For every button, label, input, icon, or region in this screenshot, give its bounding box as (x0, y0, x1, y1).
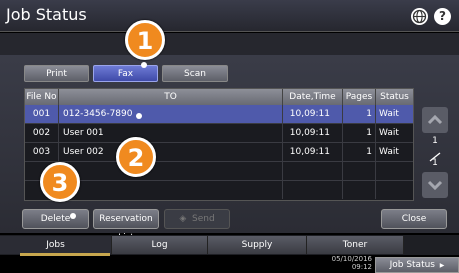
date-text: 05/10/2016 (331, 255, 372, 263)
send-button[interactable]: ◈ Send (164, 209, 230, 229)
reservation-list-button[interactable]: Reservation List (93, 209, 159, 243)
tab-scan[interactable]: Scan (162, 65, 228, 82)
callout-2-pointer-dot (136, 113, 142, 119)
column-header-to: TO (59, 89, 283, 105)
cell-empty (283, 162, 343, 180)
chevron-down-icon (427, 180, 443, 191)
cell-to: 012-3456-7890 (59, 105, 283, 123)
tab-toner[interactable]: Toner (307, 236, 404, 254)
message-band (0, 33, 459, 55)
tab-fax[interactable]: Fax (93, 65, 158, 82)
tab-supply[interactable]: Supply (208, 236, 307, 254)
cell-status: Wait (379, 147, 399, 157)
table-row-empty (25, 162, 413, 181)
column-header-status: Status (376, 89, 413, 105)
job-status-label: Job Status (389, 260, 435, 270)
cell-pages: 1 (343, 124, 376, 142)
table-row[interactable]: 002 User 001 10,09:11 1 Wait (25, 124, 413, 143)
cell-pages: 1 (343, 105, 376, 123)
column-header-file-no: File No (25, 89, 59, 105)
tab-print[interactable]: Print (24, 65, 89, 82)
page-separator-icon (428, 147, 442, 162)
globe-icon[interactable] (411, 8, 428, 25)
help-icon[interactable]: ? (434, 8, 451, 25)
close-button[interactable]: Close (381, 209, 447, 229)
job-table: File No TO Date,Time Pages Status 001 01… (24, 88, 414, 201)
cell-empty (343, 162, 376, 180)
scroll-down-button[interactable] (422, 172, 448, 198)
cell-empty (59, 162, 283, 180)
callout-1-pointer-dot (141, 62, 147, 68)
cell-datetime: 10,09:11 (283, 105, 343, 123)
column-header-datetime: Date,Time (283, 89, 343, 105)
cell-empty (343, 181, 376, 199)
scroll-up-button[interactable] (422, 107, 448, 133)
callout-3-pointer-dot (70, 213, 76, 219)
cell-empty (59, 181, 283, 199)
delete-button[interactable]: Delete (22, 209, 89, 229)
column-header-pages: Pages (343, 89, 376, 105)
tab-jobs[interactable]: Jobs (0, 236, 112, 254)
callout-3: 3 (40, 162, 80, 202)
cell-file-no: 001 (25, 105, 59, 123)
page-total: 1 (432, 158, 438, 168)
cell-file-no: 002 (25, 124, 59, 142)
cell-status: Wait (379, 109, 399, 119)
page-current: 1 (432, 136, 438, 146)
play-icon: ▶ (437, 262, 445, 269)
table-row[interactable]: 003 User 002 10,09:11 1 Wait (25, 143, 413, 162)
time-text: 09:12 (351, 263, 372, 271)
datetime-display: 05/10/2016 09:12 (320, 255, 372, 271)
page-title: Job Status (6, 5, 87, 24)
send-button-label: Send (191, 214, 215, 224)
callout-2: 2 (116, 137, 156, 177)
send-icon: ◈ (179, 214, 192, 224)
callout-1: 1 (125, 20, 165, 60)
tab-log[interactable]: Log (112, 236, 208, 254)
table-row-empty (25, 181, 413, 200)
table-row[interactable]: 001 012-3456-7890 10,09:11 1 Wait (25, 105, 413, 124)
cell-datetime: 10,09:11 (283, 143, 343, 161)
cell-datetime: 10,09:11 (283, 124, 343, 142)
job-status-button[interactable]: Job Status ▶ (375, 257, 459, 273)
cell-status: Wait (379, 128, 399, 138)
cell-pages: 1 (343, 143, 376, 161)
cell-to: User 001 (59, 124, 283, 142)
cell-to: User 002 (59, 143, 283, 161)
globe-icon-graphic (412, 9, 427, 24)
cell-empty (283, 181, 343, 199)
cell-file-no: 003 (25, 143, 59, 161)
chevron-up-icon (427, 114, 443, 125)
